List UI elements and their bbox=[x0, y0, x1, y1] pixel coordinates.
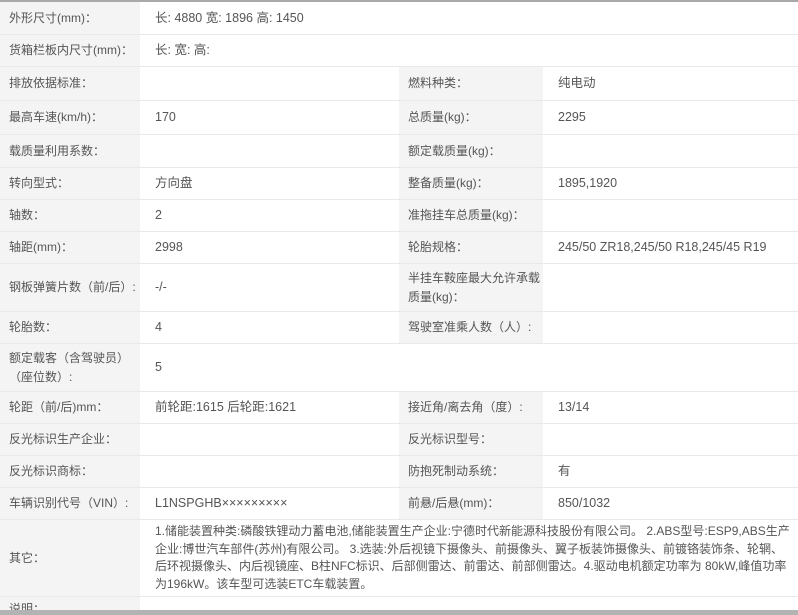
row-label-left: 轮胎数： bbox=[0, 312, 140, 343]
row-value-left bbox=[140, 456, 397, 487]
row-value: 长: 4880 宽: 1896 高: 1450 bbox=[140, 2, 798, 34]
table-row: 轴距(mm)：2998轮胎规格：245/50 ZR18,245/50 R18,2… bbox=[0, 232, 798, 264]
row-label-right: 额定载质量(kg)： bbox=[397, 135, 543, 167]
row-label-left: 车辆识别代号（VIN）: bbox=[0, 488, 140, 519]
row-value-right: 1895,1920 bbox=[543, 168, 798, 199]
table-row: 排放依据标准： 燃料种类：纯电动 bbox=[0, 67, 798, 101]
table-row: 载质量利用系数： 额定载质量(kg)： bbox=[0, 135, 798, 168]
row-value-right: 有 bbox=[543, 456, 798, 487]
row-label-left: 轴数： bbox=[0, 200, 140, 231]
row-label-left: 最高车速(km/h)： bbox=[0, 101, 140, 134]
row-value-right bbox=[543, 312, 798, 343]
row-label-right: 反光标识型号： bbox=[397, 424, 543, 455]
row-value: 长: 宽: 高: bbox=[140, 35, 798, 66]
vehicle-spec-page: 外形尺寸(mm)：长: 4880 宽: 1896 高: 1450货箱栏板内尺寸(… bbox=[0, 0, 798, 615]
table-row: 钢板弹簧片数（前/后）:-/-半挂车鞍座最大允许承载质量(kg)： bbox=[0, 264, 798, 312]
row-value-left bbox=[140, 424, 397, 455]
table-row: 货箱栏板内尺寸(mm)：长: 宽: 高: bbox=[0, 35, 798, 67]
row-label: 其它： bbox=[0, 520, 140, 596]
row-value-right bbox=[543, 200, 798, 231]
row-value-right bbox=[543, 264, 798, 311]
row-value: 1.储能装置种类:磷酸铁锂动力蓄电池,储能装置生产企业:宁德时代新能源科技股份有… bbox=[140, 520, 798, 596]
table-row: 外形尺寸(mm)：长: 4880 宽: 1896 高: 1450 bbox=[0, 2, 798, 35]
table-row: 额定载客（含驾驶员）（座位数）:5 bbox=[0, 344, 798, 392]
row-value: 5 bbox=[140, 344, 798, 391]
row-value-right: 13/14 bbox=[543, 392, 798, 423]
table-row: 最高车速(km/h)：170总质量(kg)：2295 bbox=[0, 101, 798, 135]
row-label-left: 载质量利用系数： bbox=[0, 135, 140, 167]
row-value-left bbox=[140, 135, 397, 167]
row-value-right: 850/1032 bbox=[543, 488, 798, 519]
row-value-left: L1NSPGHB××××××××× bbox=[140, 488, 397, 519]
row-label-right: 轮胎规格： bbox=[397, 232, 543, 263]
table-row: 轮胎数：4驾驶室准乘人数（人）: bbox=[0, 312, 798, 344]
bottom-divider-bar bbox=[0, 610, 798, 615]
row-value-right bbox=[543, 135, 798, 167]
row-value-left: -/- bbox=[140, 264, 397, 311]
row-label-right: 接近角/离去角（度）: bbox=[397, 392, 543, 423]
row-label-left: 轴距(mm)： bbox=[0, 232, 140, 263]
table-row: 轮距（前/后)mm：前轮距:1615 后轮距:1621接近角/离去角（度）:13… bbox=[0, 392, 798, 424]
row-value-left bbox=[140, 67, 397, 100]
spec-table: 外形尺寸(mm)：长: 4880 宽: 1896 高: 1450货箱栏板内尺寸(… bbox=[0, 2, 798, 615]
row-value-left: 2 bbox=[140, 200, 397, 231]
table-row: 轴数：2准拖挂车总质量(kg)： bbox=[0, 200, 798, 232]
row-value-left: 方向盘 bbox=[140, 168, 397, 199]
row-value-left: 170 bbox=[140, 101, 397, 134]
row-label-right: 前悬/后悬(mm)： bbox=[397, 488, 543, 519]
row-value-left: 2998 bbox=[140, 232, 397, 263]
row-label-right: 准拖挂车总质量(kg)： bbox=[397, 200, 543, 231]
row-label-left: 排放依据标准： bbox=[0, 67, 140, 100]
row-label: 货箱栏板内尺寸(mm)： bbox=[0, 35, 140, 66]
row-label-right: 驾驶室准乘人数（人）: bbox=[397, 312, 543, 343]
row-value-right: 纯电动 bbox=[543, 67, 798, 100]
row-label-left: 反光标识生产企业： bbox=[0, 424, 140, 455]
table-row: 转向型式：方向盘整备质量(kg)：1895,1920 bbox=[0, 168, 798, 200]
row-value-right: 2295 bbox=[543, 101, 798, 134]
row-label-right: 总质量(kg)： bbox=[397, 101, 543, 134]
row-label-right: 整备质量(kg)： bbox=[397, 168, 543, 199]
row-label-left: 轮距（前/后)mm： bbox=[0, 392, 140, 423]
table-row: 反光标识商标： 防抱死制动系统：有 bbox=[0, 456, 798, 488]
row-label-right: 燃料种类： bbox=[397, 67, 543, 100]
row-label-left: 钢板弹簧片数（前/后）: bbox=[0, 264, 140, 311]
row-value-left: 前轮距:1615 后轮距:1621 bbox=[140, 392, 397, 423]
table-row: 其它：1.储能装置种类:磷酸铁锂动力蓄电池,储能装置生产企业:宁德时代新能源科技… bbox=[0, 520, 798, 597]
row-label-left: 反光标识商标： bbox=[0, 456, 140, 487]
table-row: 车辆识别代号（VIN）:L1NSPGHB×××××××××前悬/后悬(mm)：8… bbox=[0, 488, 798, 520]
row-value-left: 4 bbox=[140, 312, 397, 343]
row-label: 额定载客（含驾驶员）（座位数）: bbox=[0, 344, 140, 391]
table-row: 反光标识生产企业： 反光标识型号： bbox=[0, 424, 798, 456]
row-label-left: 转向型式： bbox=[0, 168, 140, 199]
row-label-right: 半挂车鞍座最大允许承载质量(kg)： bbox=[397, 264, 543, 311]
row-value-right bbox=[543, 424, 798, 455]
row-value-right: 245/50 ZR18,245/50 R18,245/45 R19 bbox=[543, 232, 798, 263]
row-label-right: 防抱死制动系统： bbox=[397, 456, 543, 487]
row-label: 外形尺寸(mm)： bbox=[0, 2, 140, 34]
